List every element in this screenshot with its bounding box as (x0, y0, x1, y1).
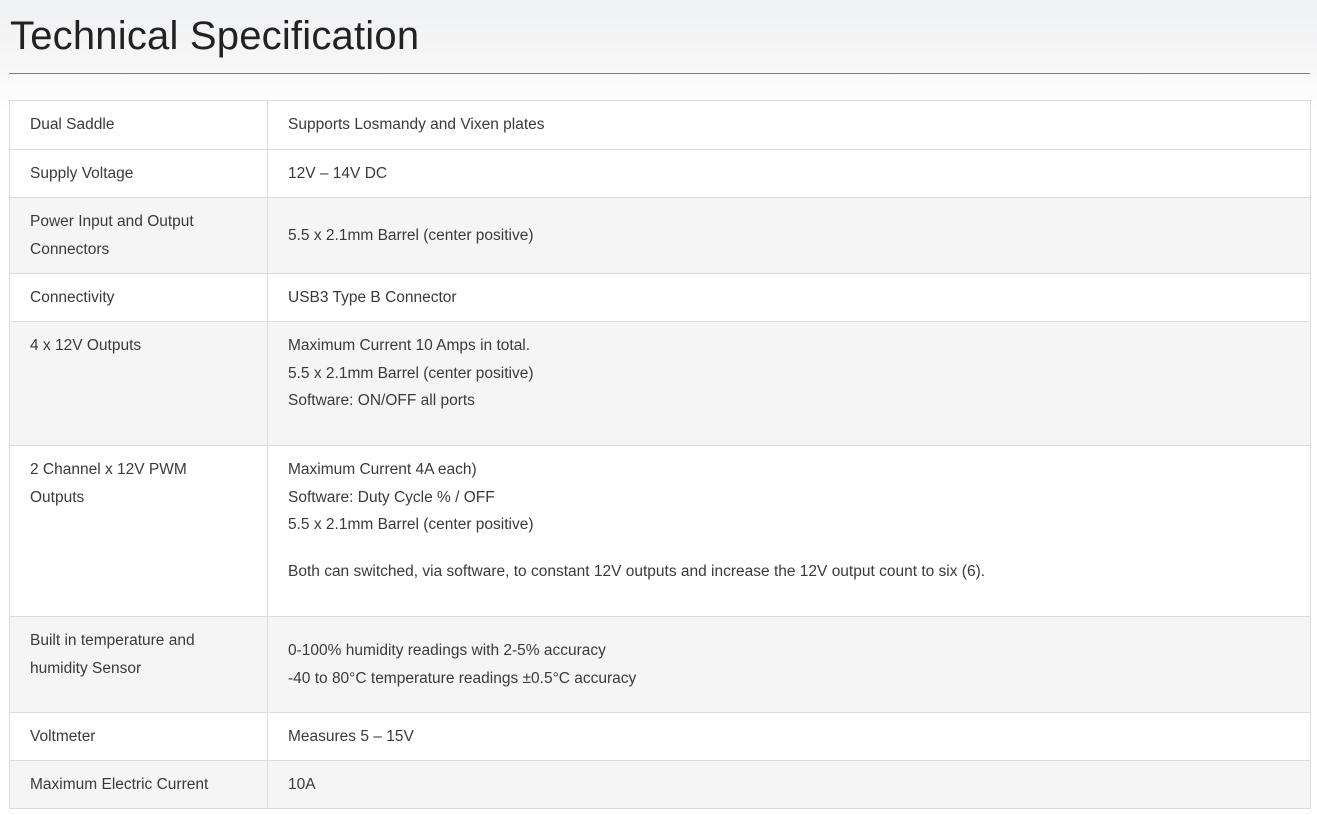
table-row: Built in temperature and humidity Sensor… (9, 616, 1311, 713)
spec-label-text: Built in temperature and (30, 632, 195, 649)
spec-label-cell: Supply Voltage (9, 149, 268, 198)
spec-label-text: 2 Channel x 12V PWM (30, 461, 187, 478)
spec-value-text: -40 to 80°C temperature readings ±0.5°C … (288, 669, 637, 687)
table-row: Power Input and Output Connectors 5.5 x … (9, 197, 1311, 274)
spec-label-cell: Maximum Electric Current (9, 760, 268, 809)
table-row: 4 x 12V Outputs Maximum Current 10 Amps … (9, 321, 1311, 446)
spec-value-text: 5.5 x 2.1mm Barrel (center positive) (288, 226, 534, 244)
spec-value-cell: 12V – 14V DC (267, 149, 1311, 198)
spec-label-text: Dual Saddle (30, 116, 115, 134)
spec-label-cell: Connectivity (9, 273, 268, 322)
spec-note-text: Both can switched, via software, to cons… (288, 562, 986, 580)
spec-value-text: Software: ON/OFF all ports (288, 392, 475, 409)
spec-value-text: 12V – 14V DC (288, 164, 388, 182)
spec-value-cell: USB3 Type B Connector (267, 273, 1311, 322)
spec-value-text: 0-100% humidity readings with 2-5% accur… (288, 642, 606, 659)
spec-label-cell: Voltmeter (9, 712, 268, 761)
spec-label-cell: 4 x 12V Outputs (9, 321, 268, 446)
spec-value-text: USB3 Type B Connector (288, 288, 457, 306)
spec-label-text: Voltmeter (30, 727, 96, 745)
spec-value-cell: Maximum Current 4A each) Software: Duty … (267, 445, 1311, 617)
table-row: Voltmeter Measures 5 – 15V (9, 712, 1311, 761)
spec-value-cell: 5.5 x 2.1mm Barrel (center positive) (267, 197, 1311, 274)
spec-label-cell: Power Input and Output Connectors (9, 197, 268, 274)
title-divider (9, 73, 1310, 74)
spec-label-text: Outputs (30, 488, 85, 506)
spec-label-cell: 2 Channel x 12V PWM Outputs (9, 445, 268, 617)
spec-value-text: 5.5 x 2.1mm Barrel (center positive) (288, 364, 534, 382)
spec-value-cell: Supports Losmandy and Vixen plates (267, 100, 1311, 150)
spec-value-text: Software: Duty Cycle % / OFF (288, 488, 495, 506)
spec-table: Dual Saddle Supports Losmandy and Vixen … (9, 100, 1311, 809)
table-row: Maximum Electric Current 10A (9, 760, 1311, 809)
spec-label-text: Power Input and Output (30, 213, 194, 230)
table-row: Supply Voltage 12V – 14V DC (9, 149, 1311, 198)
spec-value-text: Supports Losmandy and Vixen plates (288, 116, 545, 134)
spec-value-cell: Measures 5 – 15V (267, 712, 1311, 761)
table-row: Dual Saddle Supports Losmandy and Vixen … (9, 100, 1311, 150)
spec-label-text: Supply Voltage (30, 164, 134, 182)
spec-label-cell: Built in temperature and humidity Sensor (9, 616, 268, 713)
spec-label-text: humidity Sensor (30, 659, 142, 677)
spec-label-text: 4 x 12V Outputs (30, 337, 142, 354)
spec-label-text: Connectors (30, 240, 110, 258)
spec-value-text: 5.5 x 2.1mm Barrel (center positive) (288, 516, 534, 533)
spec-value-cell: 10A (267, 760, 1311, 809)
table-row: Connectivity USB3 Type B Connector (9, 273, 1311, 322)
spec-label-cell: Dual Saddle (9, 100, 268, 150)
spec-value-cell: Maximum Current 10 Amps in total. 5.5 x … (267, 321, 1311, 446)
spec-value-text: Maximum Current 10 Amps in total. (288, 337, 531, 354)
spec-label-text: Connectivity (30, 288, 115, 306)
spec-value-text: 10A (288, 775, 316, 793)
spec-value-cell: 0-100% humidity readings with 2-5% accur… (267, 616, 1311, 713)
page-title: Technical Specification (10, 14, 420, 58)
table-row: 2 Channel x 12V PWM Outputs Maximum Curr… (9, 445, 1311, 617)
spec-value-text: Maximum Current 4A each) (288, 461, 477, 478)
spec-label-text: Maximum Electric Current (30, 775, 209, 793)
spec-value-text: Measures 5 – 15V (288, 727, 414, 745)
